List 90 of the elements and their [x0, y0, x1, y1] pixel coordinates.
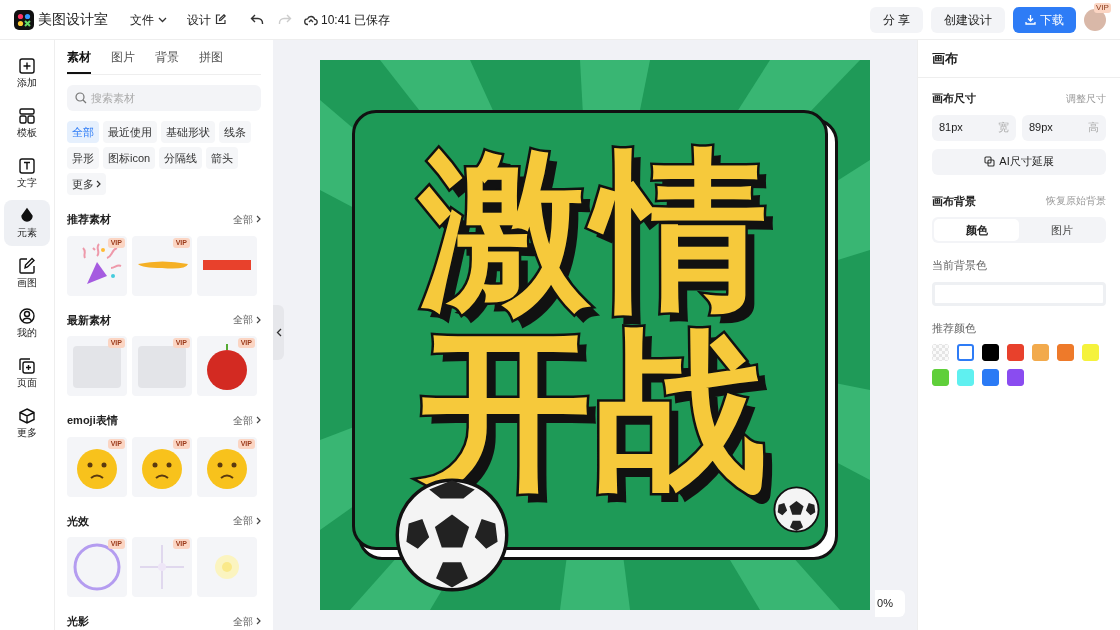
brush-stroke-drawing	[138, 260, 188, 269]
color-swatch[interactable]	[1032, 344, 1049, 361]
sidebar-item[interactable]: 文字	[4, 150, 50, 196]
download-button[interactable]: 下载	[1013, 6, 1076, 33]
add-icon	[18, 57, 36, 75]
section-title: 画布尺寸	[932, 91, 976, 106]
field-label: 当前背景色	[932, 259, 987, 271]
stripe-drawing	[203, 259, 251, 270]
color-swatch[interactable]	[932, 369, 949, 386]
sidebar-item[interactable]: 页面	[4, 350, 50, 396]
category-chip[interactable]: 异形	[67, 147, 99, 169]
panel-tab[interactable]: 拼图	[199, 48, 223, 74]
section-title: emoji表情	[67, 413, 118, 428]
category-chip[interactable]: 箭头	[206, 147, 239, 169]
search-field[interactable]: 搜索素材	[67, 85, 261, 111]
panel-tab[interactable]: 背景	[155, 48, 179, 74]
section-title: 画布背景	[932, 193, 976, 209]
section-title: 最新素材	[67, 312, 111, 328]
save-status: 10:41 已保存	[321, 11, 391, 29]
chevron-right-icon	[256, 516, 261, 525]
transparent-swatch[interactable]	[932, 344, 949, 361]
sidebar-item[interactable]: 更多	[4, 400, 50, 446]
field-label: 推荐颜色	[932, 321, 976, 334]
category-chip[interactable]: 更多	[67, 173, 106, 195]
text-icon	[18, 157, 36, 175]
sidebar-item[interactable]: 添加	[4, 50, 50, 96]
category-chip[interactable]: 基础形状	[161, 121, 215, 143]
undo-icon[interactable]	[250, 12, 264, 27]
zoom-control[interactable]: 0%	[875, 590, 905, 617]
section-title: 推荐素材	[67, 212, 111, 227]
droplets-icon	[18, 207, 36, 225]
see-all-link[interactable]: 全部	[233, 211, 261, 227]
chevron-right-icon	[256, 315, 261, 324]
category-chip[interactable]: 分隔线	[159, 147, 203, 169]
app-logo-icon	[14, 9, 34, 30]
chevron-right-icon	[256, 416, 261, 425]
see-all-link[interactable]: 全部	[233, 312, 261, 328]
segment-tab[interactable]: 图片	[1019, 219, 1104, 241]
see-all-link[interactable]: 全部	[233, 613, 261, 629]
header-button[interactable]: 分 享	[869, 6, 923, 33]
see-all-link[interactable]: 全部	[233, 513, 261, 529]
app-name: 美图设计室	[38, 10, 108, 29]
chevron-down-icon	[158, 16, 167, 23]
soccer-ball-drawing	[773, 486, 820, 533]
edit-icon	[215, 14, 226, 25]
panel-title: 画布	[932, 49, 958, 68]
sidebar-item[interactable]: 模板	[4, 100, 50, 146]
color-swatch[interactable]	[957, 344, 974, 361]
file-menu[interactable]: 文件	[130, 10, 167, 29]
sidebar-item[interactable]: 我的	[4, 300, 50, 346]
resize-icon	[984, 156, 996, 167]
collapse-handle[interactable]	[273, 305, 284, 360]
ai-resize-button[interactable]: AI尺寸延展	[932, 148, 1106, 175]
user-icon	[18, 307, 36, 325]
category-chip[interactable]: 线条	[219, 121, 251, 143]
section-title: 光效	[67, 513, 89, 529]
vip-badge: VIP	[1094, 2, 1111, 13]
edit-icon	[18, 257, 36, 275]
user-avatar[interactable]	[1084, 8, 1106, 31]
color-swatch[interactable]	[1057, 344, 1074, 361]
section-title: 光影	[67, 614, 89, 629]
color-swatch[interactable]	[1007, 369, 1024, 386]
panel-tab[interactable]: 素材	[67, 48, 91, 74]
cube-icon	[18, 407, 36, 425]
cloud-icon	[304, 13, 318, 26]
chevron-right-icon	[256, 215, 261, 224]
sticker-thumbnail[interactable]	[197, 235, 257, 296]
sticker-thumbnail[interactable]	[197, 537, 257, 597]
page-icon	[18, 357, 36, 375]
chevron-right-icon	[256, 617, 261, 626]
size-field[interactable]: 89px 高	[1022, 114, 1106, 141]
search-icon	[75, 92, 87, 104]
template-icon	[18, 107, 36, 125]
panel-tab[interactable]: 图片	[111, 48, 135, 74]
sidebar-item[interactable]: 画图	[4, 250, 50, 296]
color-swatch[interactable]	[982, 344, 999, 361]
header-button[interactable]: 创建设计	[931, 6, 1005, 33]
segment-tab[interactable]: 颜色	[934, 219, 1019, 241]
design-menu[interactable]: 设计	[187, 10, 226, 29]
see-all-link[interactable]: 全部	[233, 412, 261, 428]
category-chip[interactable]: 图标icon	[103, 147, 156, 169]
sidebar-item[interactable]: 元素	[4, 200, 50, 246]
category-chip[interactable]: 最近使用	[103, 121, 157, 143]
chevron-right-icon	[96, 180, 101, 188]
category-chip[interactable]: 全部	[67, 121, 99, 143]
chevron-left-icon	[275, 328, 282, 337]
download-icon	[1025, 14, 1036, 25]
size-field[interactable]: 81px 宽	[932, 114, 1016, 141]
color-swatch[interactable]	[982, 369, 999, 386]
color-swatch[interactable]	[1007, 344, 1024, 361]
